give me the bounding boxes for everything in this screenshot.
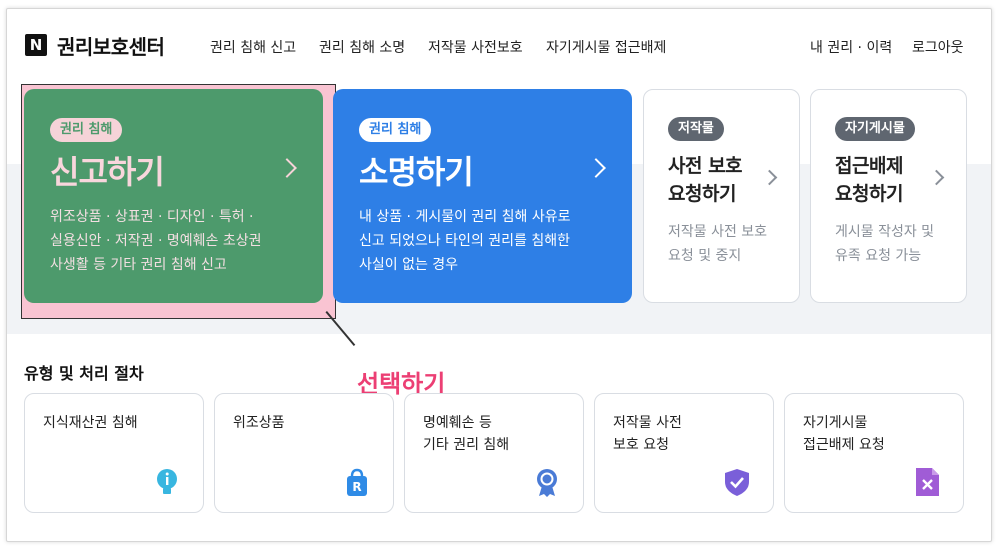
explain-card[interactable]: 권리 침해 소명하기 내 상품 · 게시물이 권리 침해 사유로 신고 되었으나…: [333, 89, 632, 303]
logout-link[interactable]: 로그아웃: [912, 37, 964, 57]
type-card-label: 지식재산권 침해: [43, 415, 138, 431]
card-description: 내 상품 · 게시물이 권리 침해 사유로 신고 되었으나 타인의 권리를 침해…: [359, 209, 571, 273]
logo-icon[interactable]: N: [25, 34, 47, 56]
chevron-right-icon: [277, 158, 297, 178]
type-card-defamation[interactable]: 명예훼손 등 기타 권리 침해: [404, 393, 584, 513]
self-post-exclusion-card[interactable]: 자기게시물 접근배제 요청하기 게시물 작성자 및 유족 요청 가능: [810, 89, 967, 303]
type-card-label: 명예훼손 등 기타 권리 침해: [423, 415, 510, 453]
type-card-label: 저작물 사전 보호 요청: [613, 415, 682, 453]
nav-self-post-exclusion[interactable]: 자기게시물 접근배제: [546, 37, 666, 57]
card-description: 저작물 사전 보호 요청 및 중지: [668, 224, 768, 264]
chevron-right-icon: [586, 158, 606, 178]
nav-copyright-protect[interactable]: 저작물 사전보호: [428, 37, 523, 57]
type-card-counterfeit[interactable]: 위조상품 R: [214, 393, 394, 513]
card-pill: 저작물: [668, 117, 724, 141]
shopping-bag-icon: R: [347, 468, 367, 496]
page-frame: N 권리보호센터 권리 침해 신고 권리 침해 소명 저작물 사전보호 자기게시…: [6, 8, 992, 542]
shield-check-icon: [725, 469, 749, 496]
nav-my-rights-history[interactable]: 내 권리 · 이력: [810, 37, 892, 57]
nav-report[interactable]: 권리 침해 신고: [210, 37, 296, 57]
type-card-label: 자기게시물 접근배제 요청: [803, 415, 885, 453]
site-title[interactable]: 권리보호센터: [57, 31, 165, 60]
card-description: 위조상품 · 상표권 · 디자인 · 특허 · 실용신안 · 저작권 · 명예훼…: [50, 209, 262, 273]
copyright-protect-card[interactable]: 저작물 사전 보호 요청하기 저작물 사전 보호 요청 및 중지: [643, 89, 800, 303]
card-title: 사전 보호 요청하기: [668, 155, 743, 205]
card-description: 게시물 작성자 및 유족 요청 가능: [835, 224, 935, 264]
card-title: 소명하기: [359, 153, 474, 191]
badge-icon: [537, 469, 557, 497]
type-card-self-post[interactable]: 자기게시물 접근배제 요청: [784, 393, 964, 513]
type-card-ip[interactable]: 지식재산권 침해: [24, 393, 204, 513]
type-card-copyright-protect[interactable]: 저작물 사전 보호 요청: [594, 393, 774, 513]
section-title: 유형 및 처리 절차: [24, 364, 144, 383]
chevron-right-icon: [928, 169, 945, 186]
document-x-icon: [916, 468, 939, 496]
card-pill: 자기게시물: [835, 117, 915, 141]
card-pill: 권리 침해: [359, 118, 432, 142]
chevron-right-icon: [761, 169, 778, 186]
card-title: 신고하기: [50, 153, 165, 191]
report-card[interactable]: 권리 침해 신고하기 위조상품 · 상표권 · 디자인 · 특허 · 실용신안 …: [24, 89, 323, 303]
svg-text:R: R: [352, 480, 361, 494]
type-card-label: 위조상품: [233, 415, 285, 431]
card-pill: 권리 침해: [50, 118, 123, 142]
lightbulb-icon: [157, 469, 177, 494]
card-title: 접근배제 요청하기: [835, 155, 903, 205]
nav-explain[interactable]: 권리 침해 소명: [319, 37, 405, 57]
